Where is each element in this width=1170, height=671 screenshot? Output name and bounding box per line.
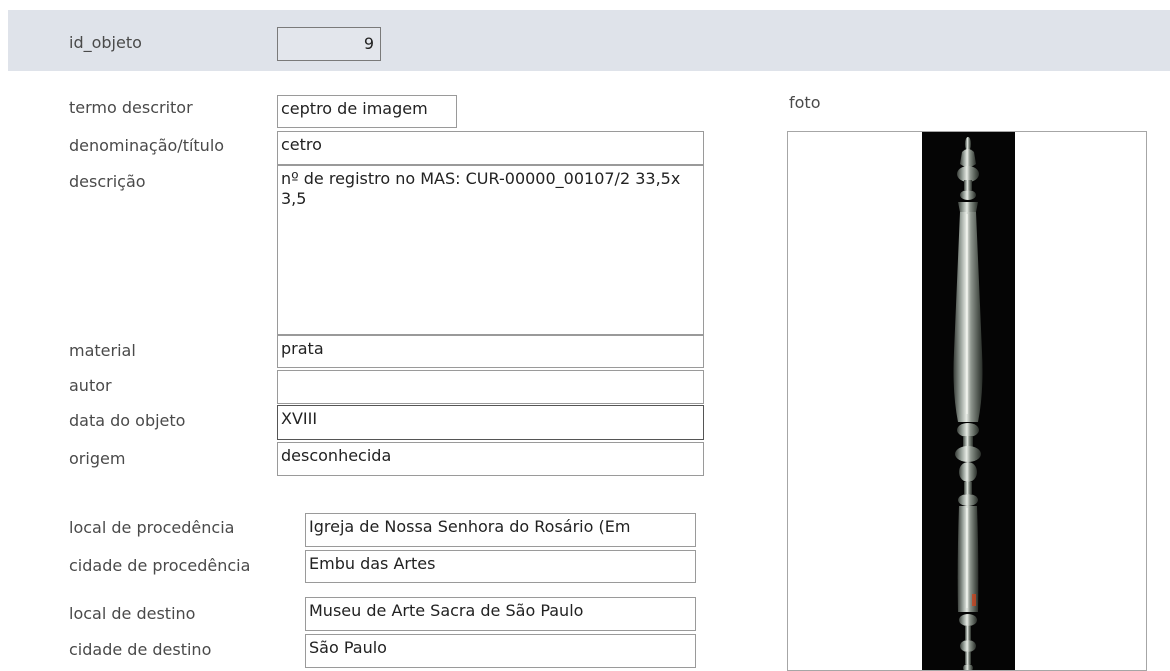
- denominacao-field[interactable]: cetro: [277, 131, 704, 165]
- id-objeto-label: id_objeto: [69, 33, 142, 52]
- autor-field[interactable]: [277, 370, 704, 404]
- local-procedencia-field[interactable]: Igreja de Nossa Senhora do Rosário (Em: [305, 513, 696, 547]
- header-band: [8, 10, 1170, 71]
- material-field[interactable]: prata: [277, 335, 704, 368]
- descricao-label: descrição: [69, 172, 146, 191]
- cidade-procedencia-label: cidade de procedência: [69, 556, 251, 575]
- scepter-photo: [953, 137, 983, 670]
- local-destino-label: local de destino: [69, 604, 196, 623]
- local-destino-field[interactable]: Museu de Arte Sacra de São Paulo: [305, 597, 696, 631]
- cidade-destino-field[interactable]: São Paulo: [305, 634, 696, 668]
- photo-frame[interactable]: [787, 131, 1147, 671]
- origem-field[interactable]: desconhecida: [277, 442, 704, 476]
- termo-descritor-field[interactable]: ceptro de imagem: [277, 95, 457, 128]
- autor-label: autor: [69, 376, 112, 395]
- denominacao-label: denominação/título: [69, 136, 225, 155]
- cidade-destino-label: cidade de destino: [69, 640, 212, 659]
- id-objeto-field[interactable]: 9: [277, 27, 381, 61]
- termo-descritor-label: termo descritor: [69, 98, 193, 117]
- cidade-procedencia-field[interactable]: Embu das Artes: [305, 550, 696, 583]
- descricao-field[interactable]: nº de registro no MAS: CUR-00000_00107/2…: [277, 165, 704, 335]
- data-objeto-label: data do objeto: [69, 411, 186, 430]
- foto-label: foto: [789, 93, 821, 112]
- origem-label: origem: [69, 449, 126, 468]
- data-objeto-field[interactable]: XVIII: [277, 405, 704, 440]
- material-label: material: [69, 341, 136, 360]
- local-procedencia-label: local de procedência: [69, 518, 235, 537]
